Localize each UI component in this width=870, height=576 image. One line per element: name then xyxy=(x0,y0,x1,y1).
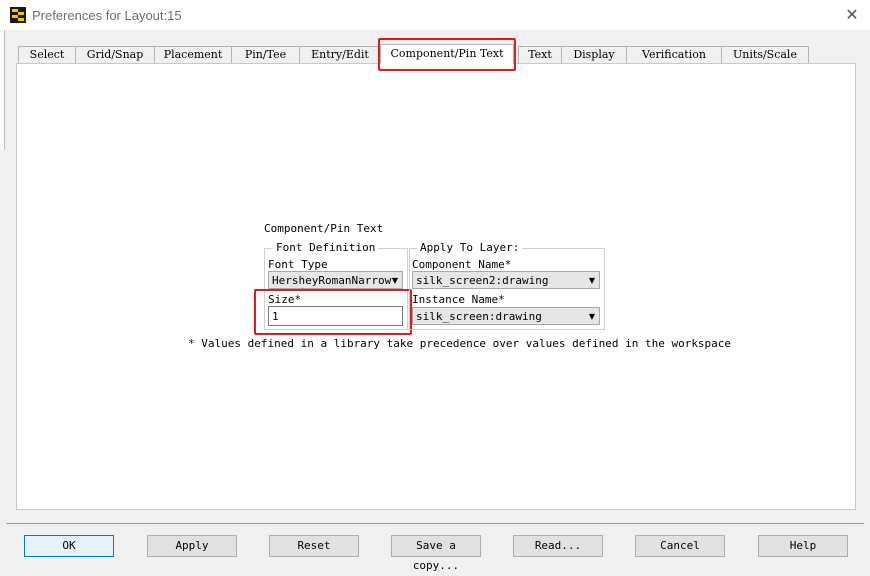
close-icon[interactable]: ✕ xyxy=(842,5,862,25)
chevron-down-icon: ▼ xyxy=(588,276,595,285)
precedence-note: * Values defined in a library take prece… xyxy=(188,337,732,350)
tab-verification[interactable]: Verification xyxy=(626,46,722,63)
font-type-value: HersheyRomanNarrow xyxy=(272,274,392,287)
tab-placement[interactable]: Placement xyxy=(154,46,232,63)
reset-button[interactable]: Reset xyxy=(269,535,359,557)
section-title: Component/Pin Text xyxy=(264,222,384,235)
tab-units-scale[interactable]: Units/Scale xyxy=(721,46,809,63)
window-title: Preferences for Layout:15 xyxy=(32,8,182,23)
title-bar: Preferences for Layout:15 ✕ xyxy=(0,0,870,30)
font-type-label: Font Type xyxy=(268,258,328,271)
cancel-button[interactable]: Cancel xyxy=(635,535,725,557)
instance-name-label: Instance Name* xyxy=(412,293,505,306)
instance-name-value: silk_screen:drawing xyxy=(416,310,542,323)
apply-to-layer-label: Apply To Layer: xyxy=(417,241,523,254)
tab-highlight-box xyxy=(378,38,516,71)
font-definition-label: Font Definition xyxy=(273,241,379,254)
help-button[interactable]: Help xyxy=(758,535,848,557)
background-window-edge xyxy=(0,30,5,150)
button-bar-divider xyxy=(6,523,864,524)
tab-display[interactable]: Display xyxy=(561,46,627,63)
size-highlight-box xyxy=(254,289,412,335)
ok-button[interactable]: OK xyxy=(24,535,114,557)
instance-name-dropdown[interactable]: silk_screen:drawing ▼ xyxy=(412,307,600,325)
tab-select[interactable]: Select xyxy=(18,46,76,63)
component-name-dropdown[interactable]: silk_screen2:drawing ▼ xyxy=(412,271,600,289)
component-name-value: silk_screen2:drawing xyxy=(416,274,549,287)
chevron-down-icon: ▼ xyxy=(588,312,595,321)
component-name-label: Component Name* xyxy=(412,258,512,271)
read-button[interactable]: Read... xyxy=(513,535,603,557)
chevron-down-icon: ▼ xyxy=(391,276,398,285)
tab-entry-edit[interactable]: Entry/Edit xyxy=(299,46,381,63)
app-logo-icon xyxy=(10,7,26,23)
tab-pin-tee[interactable]: Pin/Tee xyxy=(231,46,300,63)
apply-button[interactable]: Apply xyxy=(147,535,237,557)
save-copy-button[interactable]: Save a copy... xyxy=(391,535,481,572)
font-type-dropdown[interactable]: HersheyRomanNarrow ▼ xyxy=(268,271,403,289)
tab-grid-snap[interactable]: Grid/Snap xyxy=(75,46,155,63)
tab-text[interactable]: Text xyxy=(518,46,562,63)
